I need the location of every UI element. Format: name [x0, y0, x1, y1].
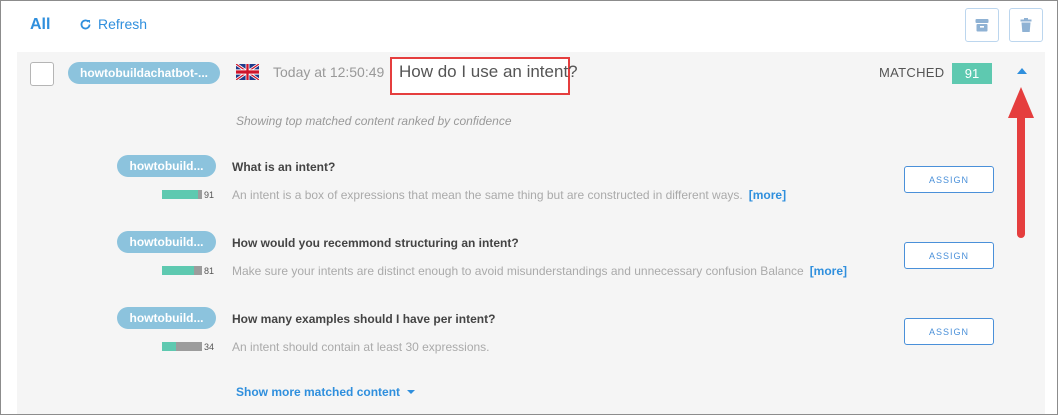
matches-caption: Showing top matched content ranked by co… [236, 114, 512, 128]
show-more-label: Show more matched content [236, 385, 401, 399]
confidence-bar-fill [162, 342, 176, 351]
chevron-down-icon [407, 390, 416, 394]
trash-icon [1020, 18, 1032, 32]
match-snippet-text: An intent is a box of expressions that m… [232, 188, 743, 202]
archive-button[interactable] [965, 8, 999, 42]
more-link[interactable]: [more] [749, 188, 786, 202]
match-snippet-text: An intent should contain at least 30 exp… [232, 340, 490, 354]
user-question: How do I use an intent? [399, 62, 578, 81]
match-snippet: Make sure your intents are distinct enou… [232, 264, 847, 278]
match-snippet: An intent is a box of expressions that m… [232, 188, 786, 202]
match-bot-tag[interactable]: howtobuild... [117, 155, 216, 177]
show-more-button[interactable]: Show more matched content [236, 385, 416, 399]
confidence-bar-fill [162, 266, 195, 275]
bot-tag[interactable]: howtobuildachatbot-... [68, 62, 220, 84]
delete-button[interactable] [1009, 8, 1043, 42]
assign-button[interactable]: ASSIGN [904, 242, 994, 269]
refresh-icon [80, 19, 91, 29]
match-snippet-text: Make sure your intents are distinct enou… [232, 264, 804, 278]
uk-flag-icon [236, 64, 259, 80]
match-title: What is an intent? [232, 160, 336, 174]
archive-icon [975, 19, 989, 32]
match-score-badge: 91 [952, 63, 992, 84]
assign-button[interactable]: ASSIGN [904, 166, 994, 193]
confidence-bar-fill [162, 190, 199, 199]
select-checkbox[interactable] [30, 62, 54, 86]
refresh-button[interactable]: Refresh [79, 16, 147, 32]
confidence-score: 91 [204, 190, 215, 200]
assign-button[interactable]: ASSIGN [904, 318, 994, 345]
status-label: MATCHED [879, 65, 945, 80]
match-bot-tag[interactable]: howtobuild... [117, 231, 216, 253]
confidence-bar [162, 190, 202, 199]
confidence-score: 81 [204, 266, 215, 276]
annotation-arrow-icon [1008, 87, 1034, 238]
filter-all-tab[interactable]: All [30, 16, 50, 34]
message-timestamp: Today at 12:50:49 [273, 64, 385, 80]
refresh-label: Refresh [98, 16, 148, 32]
collapse-caret-icon[interactable] [1016, 66, 1028, 76]
more-link[interactable]: [more] [810, 264, 847, 278]
confidence-bar [162, 342, 202, 351]
confidence-score: 34 [204, 342, 215, 352]
match-title: How would you recemmond structuring an i… [232, 236, 519, 250]
match-title: How many examples should I have per inte… [232, 312, 496, 326]
match-bot-tag[interactable]: howtobuild... [117, 307, 216, 329]
match-snippet: An intent should contain at least 30 exp… [232, 340, 496, 354]
confidence-bar [162, 266, 202, 275]
